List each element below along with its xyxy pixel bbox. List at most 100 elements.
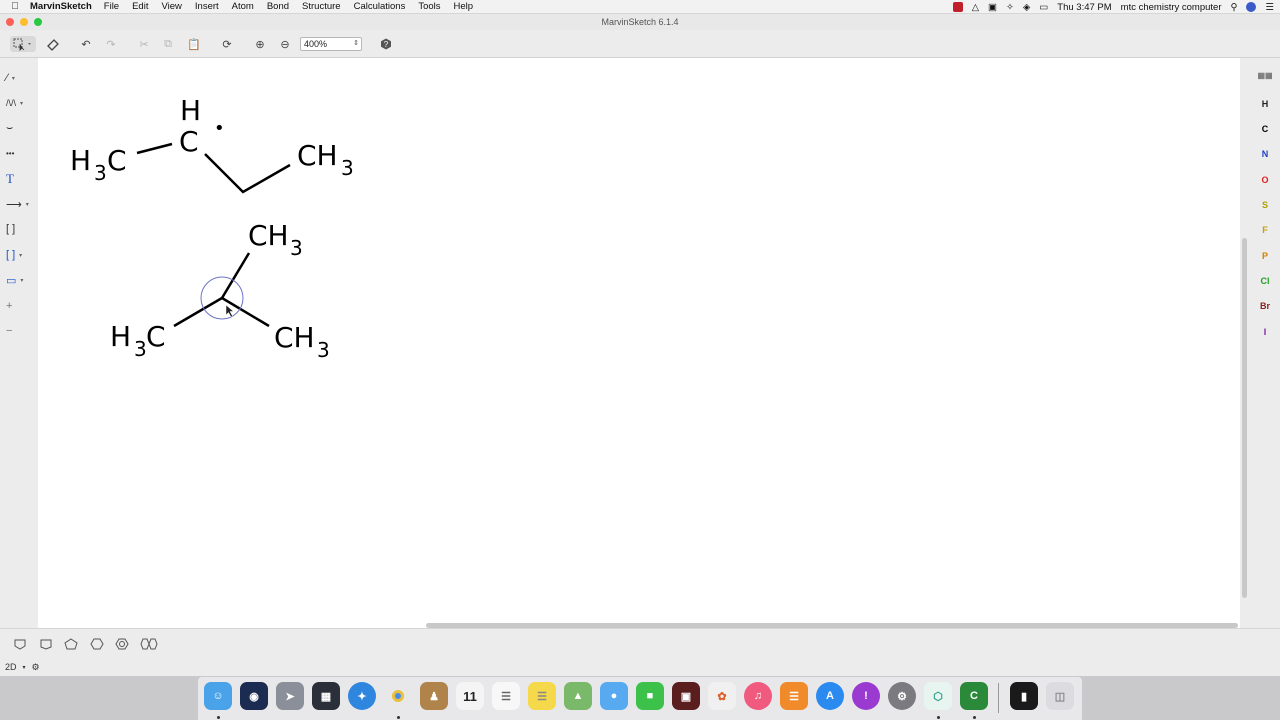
finder-icon[interactable]: ☺ <box>204 682 232 710</box>
zoom-window-icon[interactable] <box>34 18 42 26</box>
mol1-bond-2[interactable] <box>204 153 291 194</box>
template-cyclopentane[interactable] <box>63 637 79 651</box>
mol2-left-h[interactable]: H <box>110 320 131 353</box>
status-app-icon[interactable] <box>952 2 963 12</box>
reminders-icon[interactable]: ☰ <box>492 682 520 710</box>
menu-view[interactable]: View <box>161 1 181 12</box>
help-button[interactable]: ? <box>378 36 394 52</box>
template-cyclopropane[interactable] <box>12 637 28 651</box>
mol1-center-c[interactable]: C <box>179 125 199 158</box>
app-store-icon[interactable]: A <box>816 682 844 710</box>
increase-charge-tool[interactable]: + <box>6 298 32 314</box>
safari-icon[interactable]: ✦ <box>348 682 376 710</box>
zoom-select[interactable]: 400% ⇕ <box>300 37 362 51</box>
arrow-tool[interactable]: ⟶ ▾ <box>6 196 32 212</box>
user-name[interactable]: mtc chemistry computer <box>1121 2 1222 13</box>
single-bond-tool[interactable]: ⁄ ▾ <box>6 70 32 86</box>
marvinsketch-icon[interactable]: ⬡ <box>924 682 952 710</box>
graphic-tool[interactable]: ⌣ <box>6 120 32 136</box>
mol2-right-ch3[interactable]: CH <box>274 321 315 354</box>
text-tool[interactable]: T <box>6 171 32 187</box>
trash-icon[interactable]: ◫ <box>1046 682 1074 710</box>
menu-edit[interactable]: Edit <box>132 1 148 12</box>
itunes-icon[interactable]: ♫ <box>744 682 772 710</box>
facetime-icon[interactable]: ■ <box>636 682 664 710</box>
siri-dock-icon[interactable]: ◉ <box>240 682 268 710</box>
molecule-sec-butyl-radical[interactable]: H 3 C H C • CH 3 <box>70 94 354 194</box>
mol2-top-ch3[interactable]: CH <box>248 219 289 252</box>
element-br[interactable]: Br <box>1254 301 1276 311</box>
menu-atom[interactable]: Atom <box>232 1 254 12</box>
zoom-in-button[interactable]: ⊕ <box>252 36 268 52</box>
clean-2d-button[interactable]: ⟳ <box>219 36 235 52</box>
menu-structure[interactable]: Structure <box>302 1 341 12</box>
menu-help[interactable]: Help <box>454 1 474 12</box>
zoom-out-button[interactable]: ⊖ <box>277 36 293 52</box>
bracket-tool[interactable]: [ ] <box>6 221 32 237</box>
notes-icon[interactable]: ☰ <box>528 682 556 710</box>
erase-button[interactable] <box>45 36 61 52</box>
vertical-scrollbar[interactable] <box>1242 238 1247 598</box>
menu-bond[interactable]: Bond <box>267 1 289 12</box>
chain-tool[interactable]: /\/\ ▾ <box>6 95 32 111</box>
element-f[interactable]: F <box>1254 225 1276 235</box>
decrease-charge-tool[interactable]: − <box>6 323 32 339</box>
drive-icon[interactable]: △ <box>972 2 979 13</box>
close-window-icon[interactable] <box>6 18 14 26</box>
notification-center-icon[interactable]: ☰ <box>1265 2 1274 13</box>
display-icon[interactable]: ▭ <box>1039 2 1048 13</box>
photos-icon[interactable]: ✿ <box>708 682 736 710</box>
settings-icon[interactable]: ⚙ <box>32 662 40 673</box>
molecule-branched[interactable]: CH 3 H 3 C CH 3 <box>110 219 330 362</box>
feedback-icon[interactable]: ! <box>852 682 880 710</box>
mol1-h3c-c[interactable]: C <box>107 144 127 177</box>
menu-insert[interactable]: Insert <box>195 1 219 12</box>
mol2-left-c[interactable]: C <box>146 320 166 353</box>
undo-button[interactable]: ↶ <box>78 36 94 52</box>
apple-menu-icon[interactable]:  <box>0 1 30 12</box>
element-h[interactable]: H <box>1254 99 1276 109</box>
menu-calculations[interactable]: Calculations <box>354 1 406 12</box>
siri-icon[interactable] <box>1246 2 1257 12</box>
contacts-icon[interactable]: ♟ <box>420 682 448 710</box>
element-n[interactable]: N <box>1254 149 1276 159</box>
clock[interactable]: Thu 3:47 PM <box>1057 2 1111 13</box>
maps-icon[interactable]: ▲ <box>564 682 592 710</box>
ibooks-icon[interactable]: ☰ <box>780 682 808 710</box>
menu-file[interactable]: File <box>104 1 119 12</box>
mol2-bond-top[interactable] <box>220 252 251 299</box>
mol1-ch3[interactable]: CH <box>297 139 338 172</box>
template-naphthalene[interactable] <box>139 637 159 651</box>
mol2-bond-left[interactable] <box>173 296 223 328</box>
marvinview-icon[interactable]: C <box>960 682 988 710</box>
app-menu[interactable]: MarvinSketch <box>30 1 92 12</box>
mol1-center-h[interactable]: H <box>180 94 201 127</box>
spotlight-search-icon[interactable]: ⚲ <box>1231 2 1238 13</box>
menu-tools[interactable]: Tools <box>418 1 440 12</box>
template-cyclobutane[interactable] <box>38 637 54 651</box>
calendar-icon[interactable]: 11 <box>456 682 484 710</box>
cut-button[interactable]: ✂ <box>136 36 152 52</box>
element-o[interactable]: O <box>1254 175 1276 185</box>
template-benzene[interactable] <box>114 637 130 651</box>
drawing-canvas[interactable]: H 3 C H C • CH 3 CH 3 H 3 C CH 3 <box>38 58 1240 628</box>
template-cyclohexane[interactable] <box>89 637 105 651</box>
element-s[interactable]: S <box>1254 200 1276 210</box>
redo-button[interactable]: ↷ <box>103 36 119 52</box>
mission-control-icon[interactable]: ▦ <box>312 682 340 710</box>
terminal-icon[interactable]: ▮ <box>1010 682 1038 710</box>
paste-button[interactable]: 📋 <box>186 36 202 52</box>
element-p[interactable]: P <box>1254 251 1276 261</box>
airplay-icon[interactable]: ▣ <box>988 2 997 13</box>
shape-tool[interactable]: ▭ ▾ <box>6 272 32 288</box>
photo-booth-icon[interactable]: ▣ <box>672 682 700 710</box>
mol1-bond-1[interactable] <box>136 142 173 155</box>
mol1-h3c-h[interactable]: H <box>70 144 91 177</box>
periodic-table-icon[interactable]: ▦▦ <box>1254 71 1276 80</box>
system-preferences-icon[interactable]: ⚙ <box>888 682 916 710</box>
bluetooth-icon[interactable]: ✧ <box>1006 2 1014 13</box>
group-bracket-tool[interactable]: [ ] ▾ <box>6 247 32 263</box>
selection-tool-button[interactable] <box>10 36 36 52</box>
dash-tool[interactable]: ••• <box>6 145 32 161</box>
mode-dropdown-icon[interactable]: ▾ <box>23 664 26 671</box>
